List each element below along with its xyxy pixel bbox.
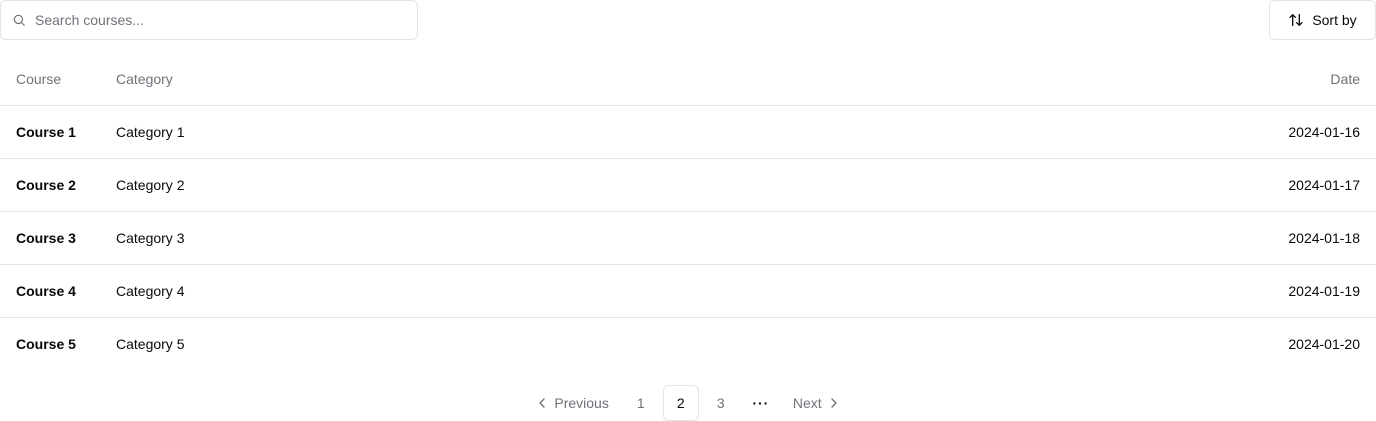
table-row[interactable]: Course 5 Category 5 2024-01-20: [0, 317, 1376, 370]
cell-category: Category 1: [116, 123, 185, 140]
cell-date: 2024-01-18: [1288, 229, 1360, 246]
column-header-course[interactable]: Course: [0, 53, 100, 105]
chevron-left-icon: [534, 395, 550, 411]
cell-course: Course 3: [16, 229, 76, 246]
cell-date: 2024-01-17: [1288, 176, 1360, 193]
search-icon: [11, 12, 27, 28]
pagination: Previous 1 2 3 ··· Next: [0, 385, 1376, 421]
table-header-row: Course Category Date: [0, 53, 1376, 105]
cell-category: Category 4: [116, 282, 185, 299]
column-header-date[interactable]: Date: [728, 53, 1376, 105]
cell-course: Course 1: [16, 123, 76, 140]
table-row[interactable]: Course 2 Category 2 2024-01-17: [0, 158, 1376, 211]
cell-category: Category 2: [116, 176, 185, 193]
table-row[interactable]: Course 4 Category 4 2024-01-19: [0, 264, 1376, 317]
next-page-button[interactable]: Next: [783, 385, 852, 421]
toolbar: Sort by: [0, 0, 1376, 40]
cell-date: 2024-01-16: [1288, 123, 1360, 140]
sort-button-label: Sort by: [1312, 12, 1357, 28]
cell-category: Category 3: [116, 229, 185, 246]
next-label: Next: [792, 395, 822, 411]
column-header-category[interactable]: Category: [100, 53, 728, 105]
search-input[interactable]: [35, 2, 395, 38]
cell-category: Category 5: [116, 335, 185, 352]
more-pages-ellipsis: ···: [752, 395, 770, 411]
cell-date: 2024-01-19: [1288, 282, 1360, 299]
previous-page-button[interactable]: Previous: [524, 385, 618, 421]
chevron-right-icon: [826, 395, 842, 411]
page-button-1[interactable]: 1: [623, 385, 659, 421]
cell-course: Course 5: [16, 335, 76, 352]
cell-course: Course 4: [16, 282, 76, 299]
sort-arrows-icon: [1288, 12, 1304, 28]
table-row[interactable]: Course 1 Category 1 2024-01-16: [0, 105, 1376, 158]
cell-course: Course 2: [16, 176, 76, 193]
table-row[interactable]: Course 3 Category 3 2024-01-18: [0, 211, 1376, 264]
cell-date: 2024-01-20: [1288, 335, 1360, 352]
page-button-3[interactable]: 3: [703, 385, 739, 421]
sort-button[interactable]: Sort by: [1269, 0, 1376, 40]
page-button-2-current[interactable]: 2: [662, 385, 699, 421]
search-box[interactable]: [0, 0, 418, 40]
previous-label: Previous: [554, 395, 609, 411]
courses-table: Course Category Date Course 1 Category 1…: [0, 53, 1376, 370]
